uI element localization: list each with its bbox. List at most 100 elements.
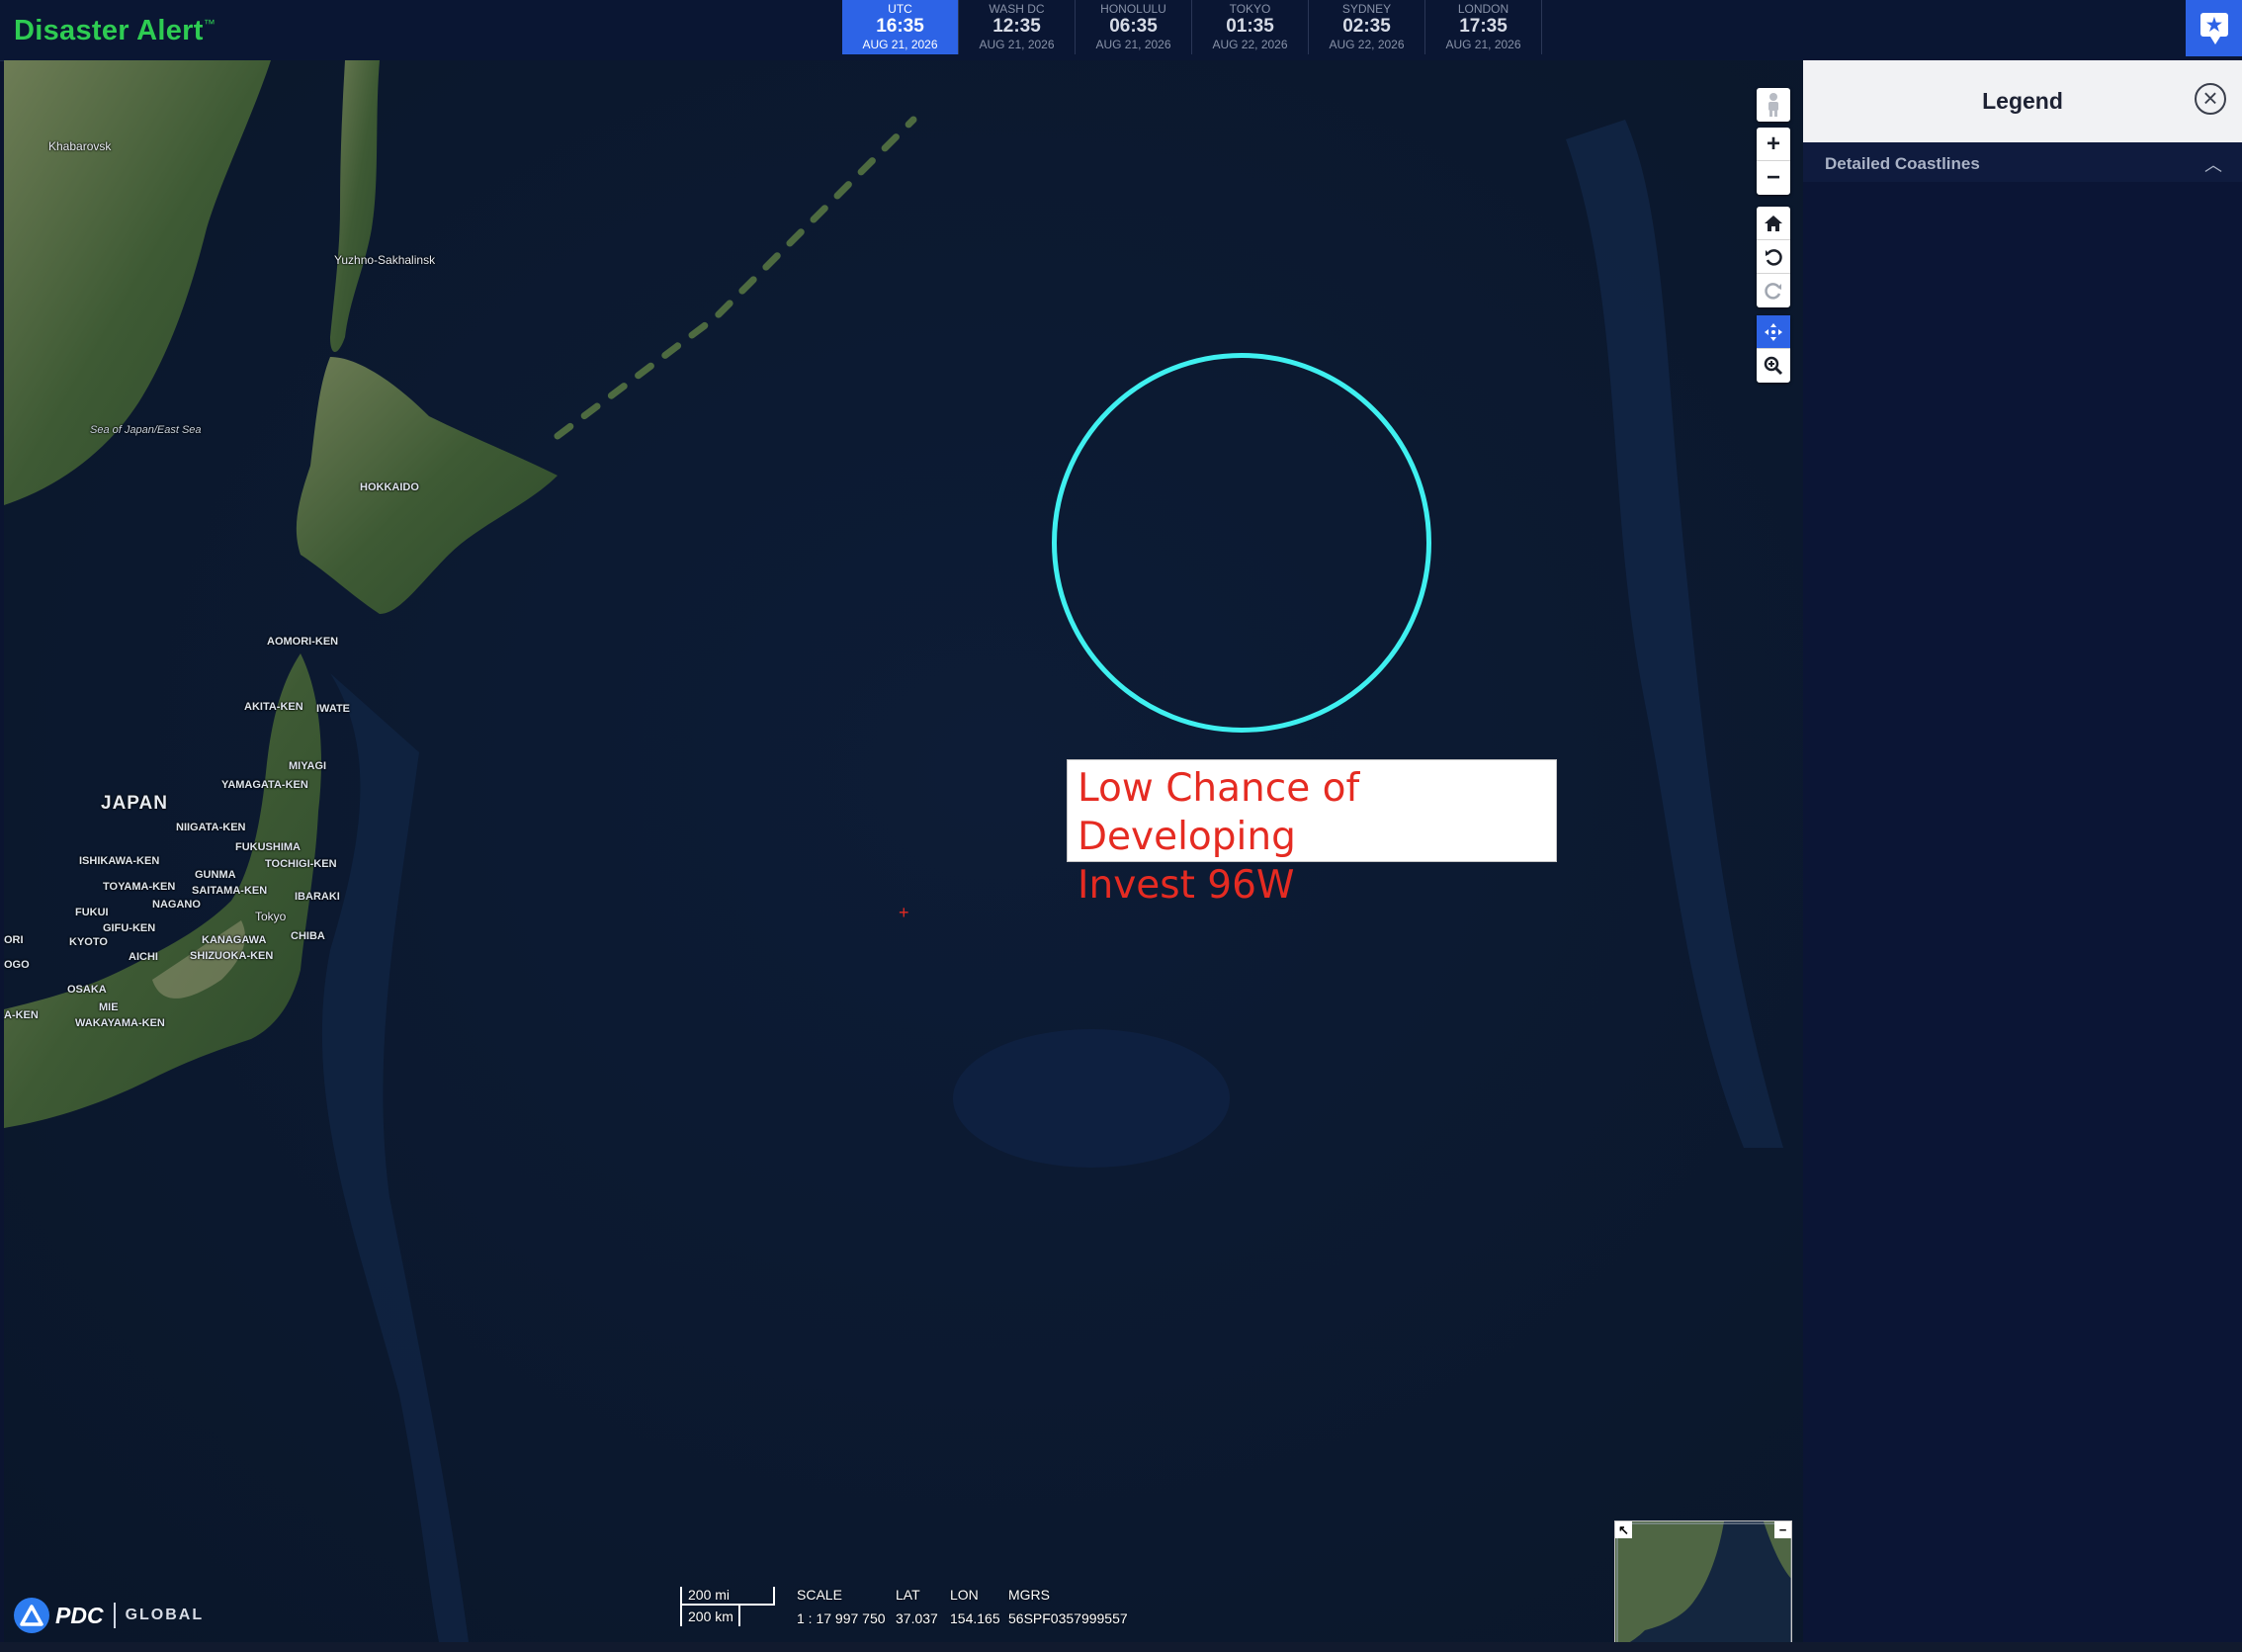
place-label: MIYAGI	[289, 760, 327, 772]
lat-label: LAT	[896, 1587, 920, 1603]
lon-value: 154.165	[950, 1610, 1000, 1626]
clock-city: TOKYO	[1229, 2, 1271, 16]
legend-section-detailed-coastlines[interactable]: Detailed Coastlines ︿	[1803, 142, 2242, 182]
place-label: TOYAMA-KEN	[103, 881, 176, 893]
clock-time: 17:35	[1459, 16, 1508, 37]
world-clocks: UTC 16:35 AUG 21, 2026 WASH DC 12:35 AUG…	[842, 0, 1542, 54]
zoom-out-button[interactable]: −	[1757, 161, 1790, 195]
alert-star-icon: ★	[2200, 13, 2228, 44]
clock-date: AUG 21, 2026	[1095, 38, 1171, 51]
legend-panel: Legend × Detailed Coastlines ︿	[1803, 60, 2242, 1652]
scale-bar-tick	[738, 1606, 740, 1626]
clock-time: 16:35	[876, 16, 924, 37]
place-label: GIFU-KEN	[103, 922, 156, 934]
map-view[interactable]: Khabarovsk Yuzhno-Sakhalinsk Sea of Japa…	[4, 60, 1803, 1642]
street-view-control[interactable]	[1757, 88, 1790, 122]
place-label: IBARAKI	[295, 891, 340, 903]
storm-label-line1: Low Chance of Developing	[1078, 766, 1360, 859]
clock-date: AUG 21, 2026	[979, 38, 1055, 51]
place-label: ORI	[4, 934, 24, 946]
lon-label: LON	[950, 1587, 979, 1603]
zoom-control: + −	[1757, 128, 1790, 195]
place-label: Yuzhno-Sakhalinsk	[334, 253, 436, 267]
overview-map-image	[1615, 1522, 1791, 1642]
chevron-up-icon[interactable]: ︿	[2204, 151, 2222, 177]
top-bar: Disaster Alert™ UTC 16:35 AUG 21, 2026 W…	[0, 0, 2242, 61]
place-label: Khabarovsk	[48, 139, 112, 153]
overview-map[interactable]: ↖ −	[1614, 1521, 1792, 1642]
scale-readout: SCALE 1 : 17 997 750	[797, 1587, 886, 1626]
clock-time: 01:35	[1226, 16, 1274, 37]
zoom-box-icon[interactable]	[1757, 349, 1790, 383]
place-label: AKITA-KEN	[244, 701, 303, 713]
place-label: SHIZUOKA-KEN	[190, 950, 274, 962]
close-icon[interactable]: ×	[2195, 83, 2226, 115]
place-label: NIIGATA-KEN	[176, 822, 246, 833]
legend-title: Legend	[1982, 88, 2063, 114]
clock-london[interactable]: LONDON 17:35 AUG 21, 2026	[1425, 0, 1542, 54]
trademark: ™	[203, 17, 216, 31]
clock-utc[interactable]: UTC 16:35 AUG 21, 2026	[842, 0, 959, 54]
place-label: ISHIKAWA-KEN	[79, 855, 160, 867]
clock-date: AUG 21, 2026	[862, 38, 938, 51]
clock-date: AUG 21, 2026	[1445, 38, 1521, 51]
clock-date: AUG 22, 2026	[1212, 38, 1288, 51]
lat-value: 37.037	[896, 1610, 938, 1626]
place-label: Sea of Japan/East Sea	[90, 424, 202, 436]
clock-wash-dc[interactable]: WASH DC 12:35 AUG 21, 2026	[959, 0, 1076, 54]
place-label: NAGANO	[152, 899, 201, 911]
clock-sydney[interactable]: SYDNEY 02:35 AUG 22, 2026	[1309, 0, 1425, 54]
place-label: AOMORI-KEN	[267, 636, 339, 648]
clock-city: WASH DC	[989, 2, 1045, 16]
scale-bar-tick	[680, 1587, 682, 1626]
clock-city: SYDNEY	[1341, 2, 1392, 16]
lon-readout: LON 154.165	[950, 1587, 1000, 1626]
storm-label[interactable]: Low Chance of Developing Invest 96W	[1067, 759, 1557, 908]
country-label: JAPAN	[101, 793, 168, 814]
clock-time: 06:35	[1109, 16, 1158, 37]
legend-section-label: Detailed Coastlines	[1825, 154, 1980, 173]
place-label: GUNMA	[195, 869, 236, 881]
scale-miles-label: 200 mi	[688, 1587, 731, 1603]
place-label: WAKAYAMA-KEN	[75, 1017, 165, 1029]
place-label: CHIBA	[291, 930, 325, 942]
app-title[interactable]: Disaster Alert™	[14, 15, 216, 47]
pan-icon[interactable]	[1757, 315, 1790, 349]
scale-readout-value: 1 : 17 997 750	[797, 1610, 886, 1626]
mgrs-label: MGRS	[1008, 1587, 1050, 1603]
interaction-mode-control	[1757, 315, 1790, 383]
person-icon[interactable]	[1757, 88, 1790, 122]
rotate-right-icon[interactable]	[1757, 274, 1790, 307]
place-label: OGO	[4, 959, 30, 971]
place-label: TOCHIGI-KEN	[265, 858, 337, 870]
pdc-logo-icon	[14, 1598, 49, 1633]
mgrs-value: 56SPF0357999557	[1008, 1610, 1128, 1626]
clock-date: AUG 22, 2026	[1329, 38, 1405, 51]
scale-bar-tick	[773, 1587, 775, 1606]
bottom-timeline-strip	[0, 1642, 2242, 1652]
scale-km-label: 200 km	[688, 1609, 733, 1624]
clock-time: 02:35	[1342, 16, 1391, 37]
place-label: FUKUI	[75, 907, 109, 918]
clock-tokyo[interactable]: TOKYO 01:35 AUG 22, 2026	[1192, 0, 1309, 54]
alerts-button[interactable]: ★	[2186, 0, 2242, 56]
clock-city: HONOLULU	[1100, 2, 1166, 16]
app-title-text: Disaster Alert	[14, 15, 204, 46]
clock-city: UTC	[888, 2, 912, 16]
rotate-left-icon[interactable]	[1757, 240, 1790, 274]
clock-honolulu[interactable]: HONOLULU 06:35 AUG 21, 2026	[1076, 0, 1192, 54]
map-center-crosshair-icon: +	[899, 903, 909, 922]
overview-expand-icon[interactable]: ↖	[1615, 1522, 1632, 1538]
place-label: KYOTO	[69, 936, 108, 948]
place-label: OSAKA	[67, 984, 107, 996]
overview-collapse-icon[interactable]: −	[1774, 1522, 1791, 1538]
home-icon[interactable]	[1757, 207, 1790, 240]
place-label: AICHI	[129, 951, 158, 963]
lat-readout: LAT 37.037	[896, 1587, 938, 1626]
place-label: YAMAGATA-KEN	[221, 779, 308, 791]
storm-area-circle[interactable]	[1052, 353, 1431, 733]
navigation-control	[1757, 207, 1790, 307]
storm-label-line2: Invest 96W	[1078, 863, 1295, 908]
zoom-in-button[interactable]: +	[1757, 128, 1790, 161]
pdc-global-logo[interactable]: PDC GLOBAL	[14, 1598, 204, 1633]
